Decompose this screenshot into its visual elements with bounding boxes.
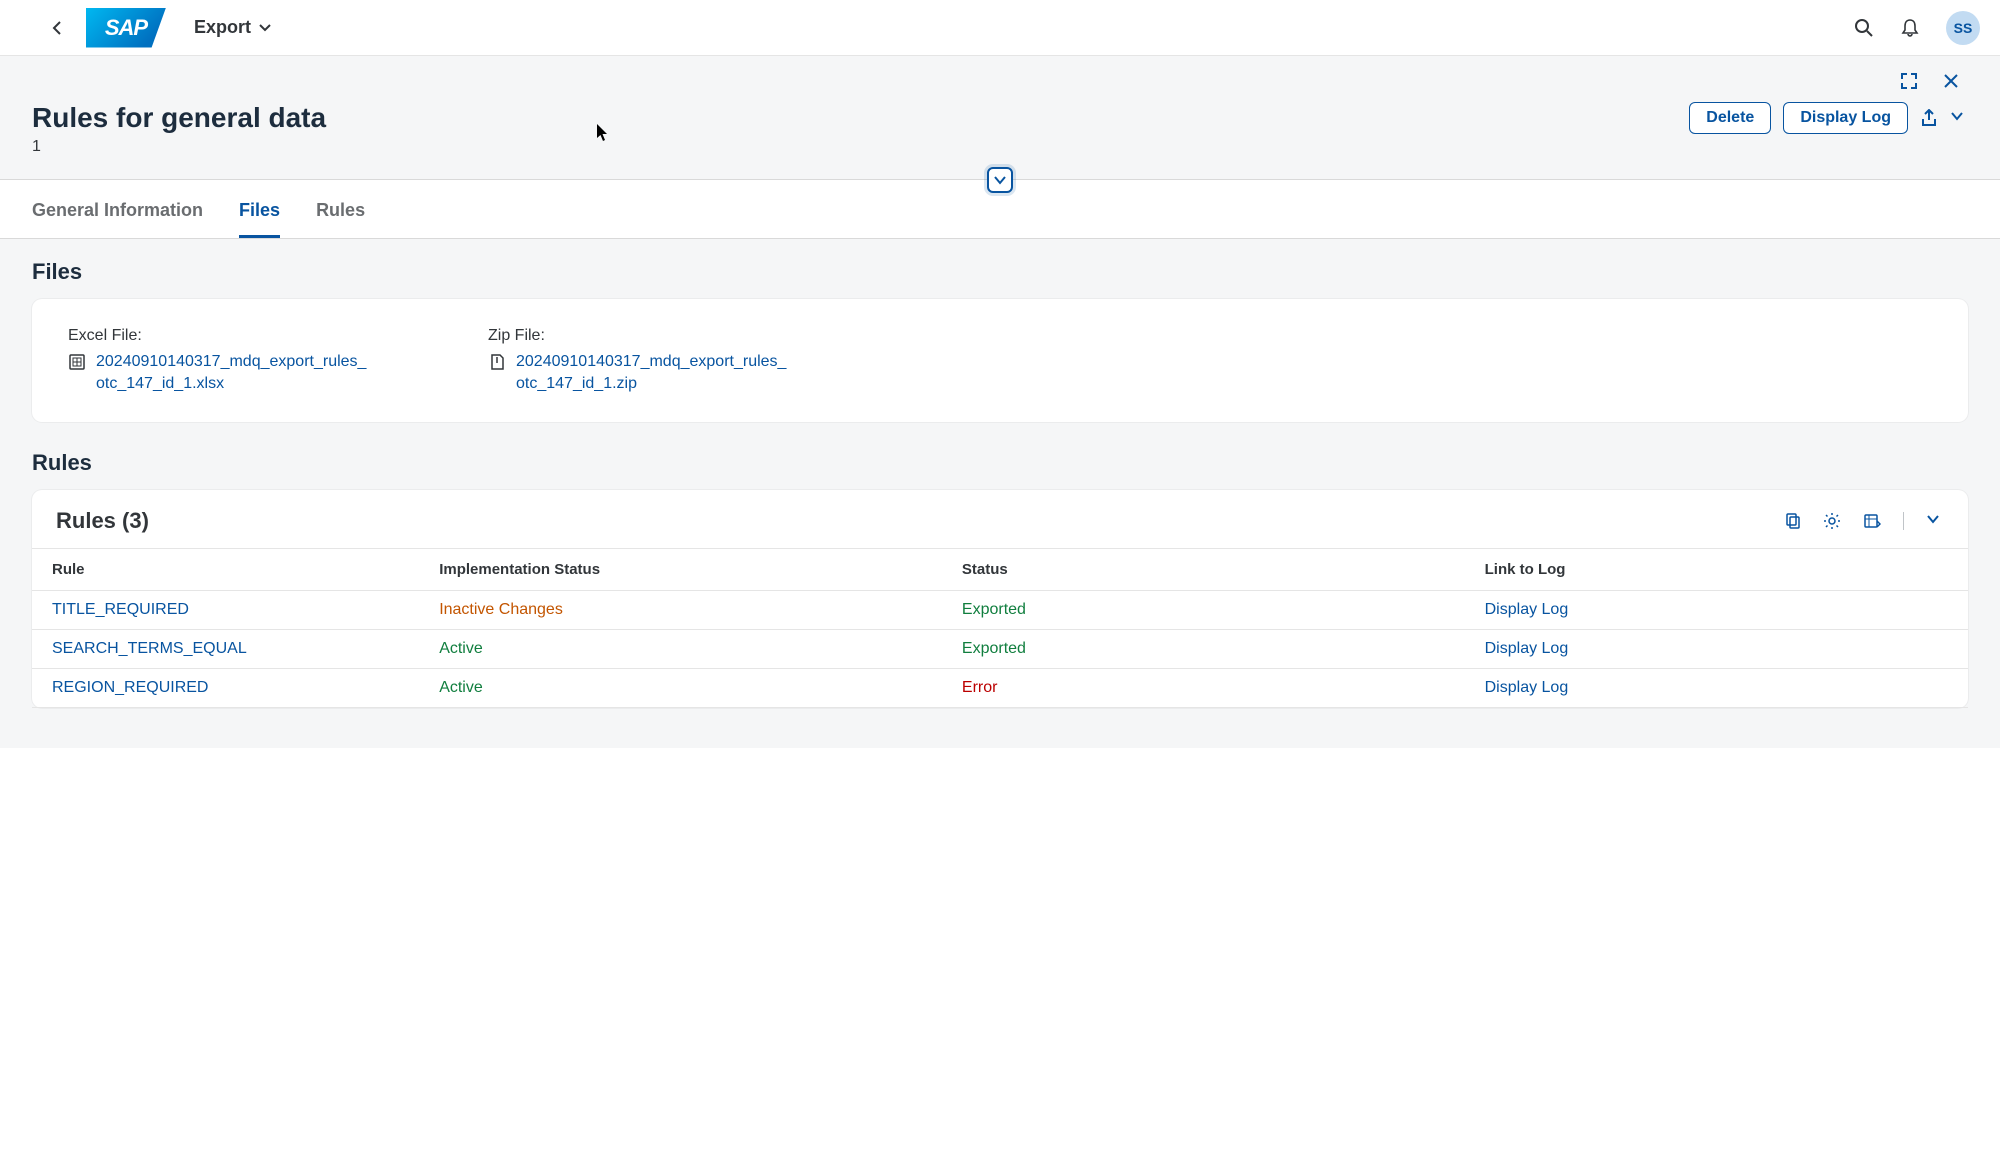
zip-file-block: Zip File: 20240910140317_mdq_export_rule… xyxy=(488,327,788,394)
search-icon[interactable] xyxy=(1854,18,1874,38)
impl-status-cell: Active xyxy=(419,630,942,669)
share-icon[interactable] xyxy=(1920,109,1938,127)
status-cell: Exported xyxy=(942,591,1465,630)
back-icon[interactable] xyxy=(50,20,66,36)
bell-icon[interactable] xyxy=(1900,18,1920,38)
files-section-heading: Files xyxy=(32,259,1968,285)
avatar[interactable]: SS xyxy=(1946,11,1980,45)
copy-icon[interactable] xyxy=(1783,512,1801,530)
status-cell: Error xyxy=(942,669,1465,708)
sap-logo[interactable]: SAP xyxy=(86,8,166,48)
col-rule[interactable]: Rule xyxy=(32,549,419,591)
export-spreadsheet-icon[interactable] xyxy=(1863,512,1881,530)
col-impl-status[interactable]: Implementation Status xyxy=(419,549,942,591)
divider xyxy=(1903,512,1904,530)
rule-link[interactable]: TITLE_REQUIRED xyxy=(52,601,189,618)
table-row: SEARCH_TERMS_EQUAL ActiveExported Display … xyxy=(32,630,1968,669)
tab-rules[interactable]: Rules xyxy=(316,200,365,238)
tab-general-information[interactable]: General Information xyxy=(32,200,203,238)
col-link-to-log[interactable]: Link to Log xyxy=(1465,549,1968,591)
export-button[interactable]: Export xyxy=(194,17,271,38)
rules-card-title: Rules (3) xyxy=(56,508,1783,534)
col-status[interactable]: Status xyxy=(942,549,1465,591)
excel-file-block: Excel File: 20240910140317_mdq_export_ru… xyxy=(68,327,368,394)
export-label: Export xyxy=(194,17,251,38)
page-title-block: Rules for general data 1 xyxy=(32,102,1689,156)
display-log-button[interactable]: Display Log xyxy=(1783,102,1908,134)
expand-header-button[interactable] xyxy=(987,167,1013,193)
header-actions: Delete Display Log xyxy=(1689,102,1968,134)
zip-file-link[interactable]: 20240910140317_mdq_export_rules_otc_147_… xyxy=(516,351,788,394)
rules-section-heading: Rules xyxy=(32,450,1968,476)
display-log-link[interactable]: Display Log xyxy=(1485,640,1569,657)
rules-table: Rule Implementation Status Status Link t… xyxy=(32,548,1968,708)
gear-icon[interactable] xyxy=(1823,512,1841,530)
chevron-down-icon[interactable] xyxy=(1926,512,1944,530)
page-title: Rules for general data xyxy=(32,102,1689,134)
rule-link[interactable]: REGION_REQUIRED xyxy=(52,679,208,696)
files-card: Excel File: 20240910140317_mdq_export_ru… xyxy=(32,299,1968,422)
chevron-down-icon[interactable] xyxy=(1950,109,1968,127)
chevron-down-icon xyxy=(259,22,271,34)
page-subtitle: 1 xyxy=(32,138,1689,156)
topbar: SAP Export SS xyxy=(0,0,2000,56)
excel-file-icon xyxy=(68,353,86,371)
zip-file-label: Zip File: xyxy=(488,327,788,345)
content: Files Excel File: 20240910140317_mdq_exp… xyxy=(0,239,2000,748)
table-row: REGION_REQUIRED ActiveError Display Log xyxy=(32,669,1968,708)
topbar-right: SS xyxy=(1854,11,1980,45)
impl-status-cell: Active xyxy=(419,669,942,708)
close-icon[interactable] xyxy=(1942,72,1960,90)
display-log-link[interactable]: Display Log xyxy=(1485,601,1569,618)
status-cell: Exported xyxy=(942,630,1465,669)
rule-link[interactable]: SEARCH_TERMS_EQUAL xyxy=(52,640,247,657)
rules-card: Rules (3) Rule xyxy=(32,490,1968,708)
fullscreen-icon[interactable] xyxy=(1900,72,1918,90)
display-log-link[interactable]: Display Log xyxy=(1485,679,1569,696)
zip-file-icon xyxy=(488,353,506,371)
page-header-region: Rules for general data 1 Delete Display … xyxy=(0,56,2000,180)
impl-status-cell: Inactive Changes xyxy=(419,591,942,630)
tab-files[interactable]: Files xyxy=(239,200,280,238)
table-row: TITLE_REQUIRED Inactive ChangesExported Di… xyxy=(32,591,1968,630)
excel-file-link[interactable]: 20240910140317_mdq_export_rules_otc_147_… xyxy=(96,351,368,394)
delete-button[interactable]: Delete xyxy=(1689,102,1771,134)
excel-file-label: Excel File: xyxy=(68,327,368,345)
